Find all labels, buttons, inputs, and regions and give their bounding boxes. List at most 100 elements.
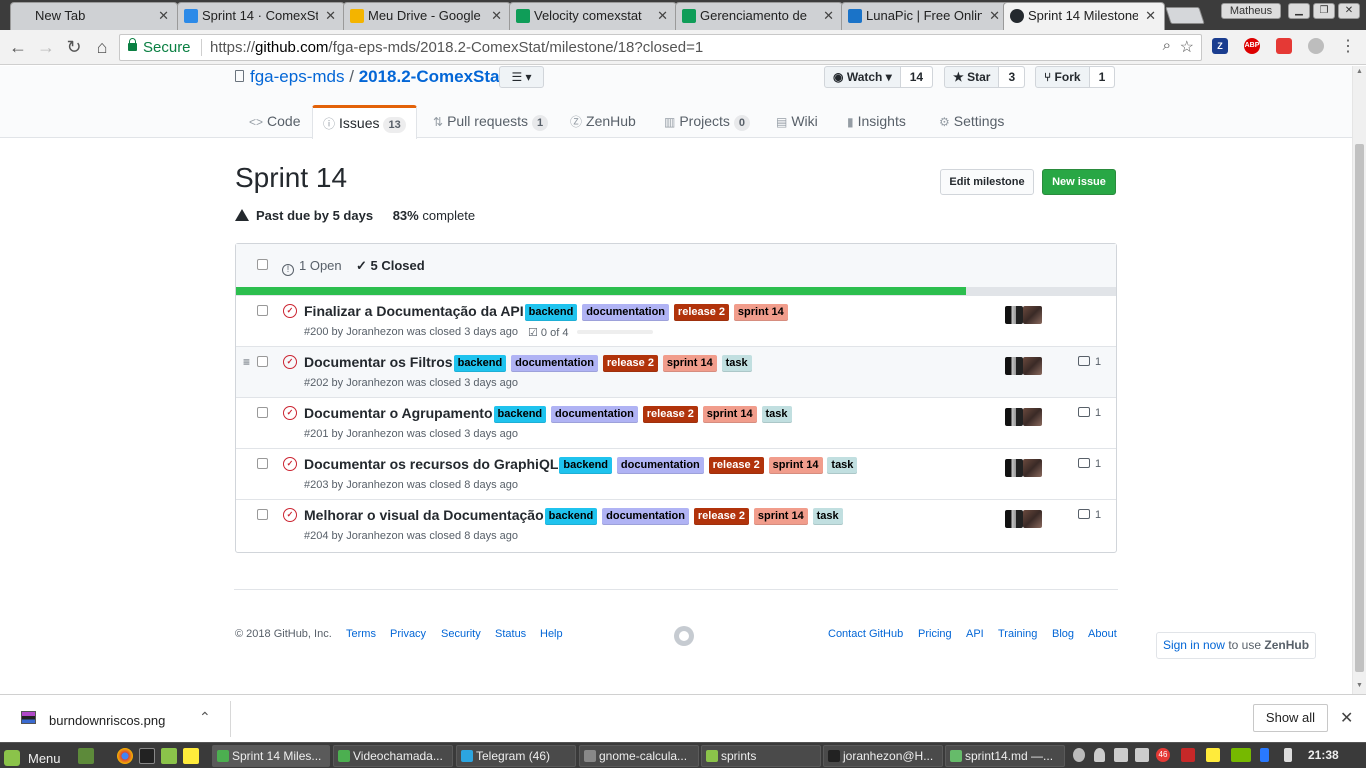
telegram-badge-icon[interactable]: 46 xyxy=(1156,748,1170,762)
close-icon[interactable]: ✕ xyxy=(491,3,502,29)
assignee-avatars[interactable] xyxy=(1005,306,1042,324)
star-button[interactable]: ★ Star 3 xyxy=(944,66,1026,88)
issue-label[interactable]: documentation xyxy=(602,508,689,525)
footer-link-terms[interactable]: Terms xyxy=(346,628,376,640)
footer-link-status[interactable]: Status xyxy=(495,628,526,640)
forward-arrow-icon[interactable]: → xyxy=(35,36,57,58)
zenhub-menu-button[interactable]: ☰ ▾ xyxy=(499,66,544,88)
avatar[interactable] xyxy=(1023,357,1042,375)
scroll-down-icon[interactable]: ▼ xyxy=(1356,682,1363,689)
download-filename[interactable]: burndownriscos.png xyxy=(49,713,165,728)
fork-button[interactable]: ⑂ Fork 1 xyxy=(1035,66,1116,88)
watch-button[interactable]: ◉ Watch ▾ 14 xyxy=(824,66,934,88)
issue-label[interactable]: task xyxy=(827,457,858,474)
tab-insights[interactable]: ▮ Insights xyxy=(837,105,916,138)
avatar[interactable] xyxy=(1023,510,1042,528)
issue-label[interactable]: documentation xyxy=(511,355,598,372)
issue-label[interactable]: sprint 14 xyxy=(753,508,808,525)
scroll-up-icon[interactable]: ▲ xyxy=(1356,68,1363,75)
new-issue-button[interactable]: New issue xyxy=(1042,169,1116,195)
select-all-checkbox[interactable] xyxy=(257,259,268,270)
footer-link-help[interactable]: Help xyxy=(540,628,563,640)
url-text[interactable]: https://github.com/fga-eps-mds/2018.2-Co… xyxy=(210,39,703,56)
avatar[interactable] xyxy=(1005,510,1023,528)
avatar[interactable] xyxy=(1023,408,1042,426)
extension-icon[interactable] xyxy=(1276,38,1292,54)
taskbar-window-item[interactable]: Sprint 14 Miles... xyxy=(212,745,330,767)
address-bar[interactable]: Secure https://github.com/fga-eps-mds/20… xyxy=(119,34,1202,61)
open-filter-link[interactable]: ! 1 Open xyxy=(282,258,342,276)
tab-settings[interactable]: ⚙ Settings xyxy=(929,105,1014,138)
bluetooth-icon[interactable] xyxy=(1260,748,1269,762)
comments-link[interactable]: 1 xyxy=(1078,406,1101,419)
issue-title-link[interactable]: Documentar o Agrupamento xyxy=(304,405,493,421)
issue-label[interactable]: backend xyxy=(453,355,507,372)
comments-link[interactable]: 1 xyxy=(1078,355,1101,368)
watch-count[interactable]: 14 xyxy=(900,67,933,87)
browser-tab-new-tab[interactable]: New Tab ✕ xyxy=(10,2,178,30)
issue-label[interactable]: task xyxy=(761,406,792,423)
close-icon[interactable]: ✕ xyxy=(1145,3,1156,29)
nvidia-icon[interactable] xyxy=(1231,748,1251,762)
scrollbar-thumb[interactable] xyxy=(1355,144,1364,672)
browser-tab-active[interactable]: Sprint 14 Milestone ✕ xyxy=(1003,2,1165,30)
footer-link-blog[interactable]: Blog xyxy=(1052,628,1074,640)
issue-label[interactable]: release 2 xyxy=(642,406,698,423)
issue-row[interactable]: ✓ Documentar os recursos do GraphiQL back… xyxy=(236,448,1116,499)
assignee-avatars[interactable] xyxy=(1005,459,1042,477)
footer-link-about[interactable]: About xyxy=(1088,628,1117,640)
close-icon[interactable]: ✕ xyxy=(1340,708,1353,728)
issue-title-link[interactable]: Melhorar o visual da Documentação xyxy=(304,507,544,523)
issue-title-link[interactable]: Finalizar a Documentação da API xyxy=(304,303,524,319)
show-desktop-icon[interactable] xyxy=(78,748,94,764)
avatar[interactable] xyxy=(1005,408,1023,426)
browser-tab-gerenciamento[interactable]: Gerenciamento de ✕ xyxy=(675,2,843,30)
taskbar-window-item[interactable]: sprint14.md —... xyxy=(945,745,1065,767)
star-count[interactable]: 3 xyxy=(999,67,1025,87)
footer-link-contact[interactable]: Contact GitHub xyxy=(828,628,903,640)
footer-link-api[interactable]: API xyxy=(966,628,984,640)
assignee-avatars[interactable] xyxy=(1005,408,1042,426)
issue-row[interactable]: ✓ Melhorar o visual da Documentação backe… xyxy=(236,499,1116,550)
bookmark-star-icon[interactable]: ☆ xyxy=(1180,37,1194,57)
issue-label[interactable]: sprint 14 xyxy=(702,406,757,423)
issue-checkbox[interactable] xyxy=(257,458,268,469)
taskbar-window-item[interactable]: Telegram (46) xyxy=(456,745,576,767)
tab-code[interactable]: <> Code xyxy=(239,105,310,138)
issue-label[interactable]: backend xyxy=(493,406,547,423)
avatar[interactable] xyxy=(1023,459,1042,477)
assignee-avatars[interactable] xyxy=(1005,510,1042,528)
close-icon[interactable]: ✕ xyxy=(325,3,336,29)
new-tab-button[interactable] xyxy=(1165,7,1205,24)
issue-label[interactable]: release 2 xyxy=(673,304,730,321)
wifi-icon[interactable] xyxy=(1073,748,1085,762)
close-icon[interactable]: ✕ xyxy=(823,3,834,29)
issue-checkbox[interactable] xyxy=(257,305,268,316)
terminal-launcher-icon[interactable] xyxy=(139,748,155,764)
issue-label[interactable]: sprint 14 xyxy=(768,457,823,474)
avatar[interactable] xyxy=(1005,357,1023,375)
issue-row[interactable]: ✓ Finalizar a Documentação da API backend… xyxy=(236,295,1116,346)
clock[interactable]: 21:38 xyxy=(1308,748,1339,762)
browser-tab-lunapic[interactable]: LunaPic | Free Online ✕ xyxy=(841,2,1009,30)
show-all-button[interactable]: Show all xyxy=(1253,704,1328,732)
issue-label[interactable]: release 2 xyxy=(693,508,749,525)
close-icon[interactable]: ✕ xyxy=(657,3,668,29)
chrome-launcher-icon[interactable] xyxy=(117,748,133,764)
drag-handle-icon[interactable]: ≡ xyxy=(243,355,250,369)
issue-label[interactable]: documentation xyxy=(582,304,670,321)
issue-label[interactable]: documentation xyxy=(551,406,638,423)
issue-checkbox[interactable] xyxy=(257,407,268,418)
comments-link[interactable]: 1 xyxy=(1078,457,1101,470)
browser-tab-drive[interactable]: Meu Drive - Google Drive ✕ xyxy=(343,2,511,30)
assignee-avatars[interactable] xyxy=(1005,357,1042,375)
repo-name-link[interactable]: 2018.2-ComexStat xyxy=(359,67,505,86)
menu-kebab-icon[interactable]: ⋮ xyxy=(1337,36,1359,58)
issue-label[interactable]: sprint 14 xyxy=(662,355,717,372)
chevron-up-icon[interactable]: ⌃ xyxy=(199,709,211,726)
minimize-button[interactable]: ▁ xyxy=(1288,3,1310,19)
issue-label[interactable]: release 2 xyxy=(602,355,658,372)
edit-milestone-button[interactable]: Edit milestone xyxy=(940,169,1034,195)
issue-label[interactable]: documentation xyxy=(616,457,704,474)
tab-wiki[interactable]: ▤ Wiki xyxy=(766,105,828,138)
